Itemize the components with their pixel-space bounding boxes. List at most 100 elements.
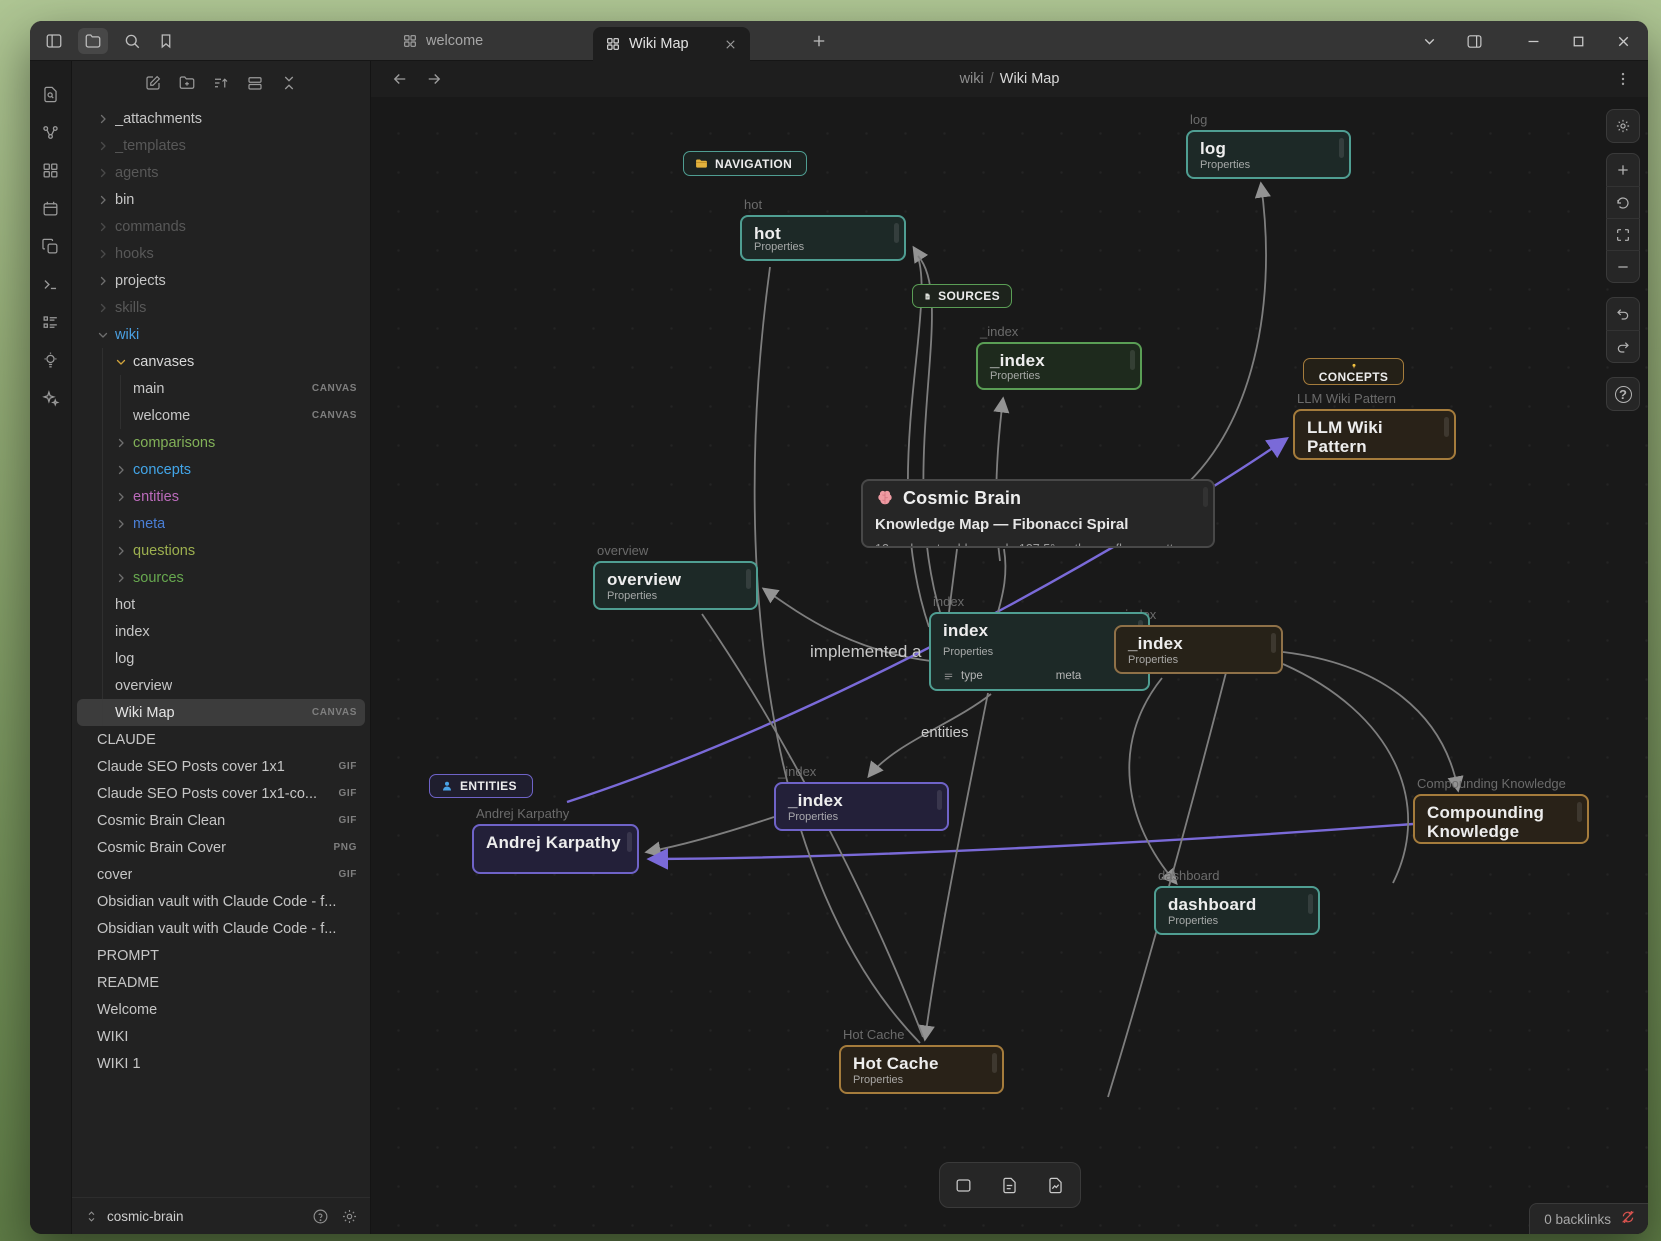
list-icon[interactable] <box>40 311 62 333</box>
canvas-node-llm-wiki-pattern[interactable]: LLM Wiki Pattern <box>1293 409 1456 460</box>
tree-item-claude-seo-posts-cover-1x1[interactable]: Claude SEO Posts cover 1x1GIF <box>77 753 365 780</box>
chevron-expanded-icon[interactable] <box>97 329 109 341</box>
collapse-all-icon[interactable] <box>280 74 299 93</box>
sparkles-icon[interactable] <box>40 387 62 409</box>
node-properties-label[interactable]: Properties <box>990 370 1040 382</box>
tree-item-skills[interactable]: skills <box>77 294 365 321</box>
tab-wiki-map[interactable]: Wiki Map <box>593 27 750 61</box>
breadcrumb-file[interactable]: Wiki Map <box>1000 71 1060 87</box>
sort-icon[interactable] <box>212 74 231 93</box>
tree-item-commands[interactable]: commands <box>77 213 365 240</box>
edge[interactable] <box>647 817 774 852</box>
node-properties-label[interactable]: Properties <box>788 811 838 823</box>
tree-item-concepts[interactable]: concepts <box>77 456 365 483</box>
tree-item-readme[interactable]: README <box>77 969 365 996</box>
node-properties-label[interactable]: Properties <box>853 1074 903 1086</box>
copy-icon[interactable] <box>40 235 62 257</box>
canvas-node-hot[interactable]: hotProperties <box>740 215 906 261</box>
chevron-collapsed-icon[interactable] <box>115 572 127 584</box>
chevron-down-icon[interactable] <box>1420 32 1438 50</box>
calendar-icon[interactable] <box>40 197 62 219</box>
chevron-collapsed-icon[interactable] <box>115 545 127 557</box>
redo-icon[interactable] <box>1606 330 1640 362</box>
canvas-node-index-sources[interactable]: _indexProperties <box>976 342 1142 390</box>
node-properties-label[interactable]: Properties <box>943 646 993 658</box>
chevron-collapsed-icon[interactable] <box>97 248 109 260</box>
node-property-row[interactable]: typemeta <box>943 670 1136 682</box>
tree-item-bin[interactable]: bin <box>77 186 365 213</box>
close-icon[interactable] <box>1614 32 1632 50</box>
chevron-collapsed-icon[interactable] <box>115 518 127 530</box>
tree-item-hooks[interactable]: hooks <box>77 240 365 267</box>
terminal-icon[interactable] <box>40 273 62 295</box>
node-properties-label[interactable]: Properties <box>1128 654 1178 666</box>
bookmark-icon[interactable] <box>156 31 176 51</box>
tree-item-projects[interactable]: projects <box>77 267 365 294</box>
sync-off-icon[interactable] <box>1620 1209 1636 1230</box>
tree-item-wiki-map[interactable]: Wiki MapCANVAS <box>77 699 365 726</box>
new-note-icon[interactable] <box>144 74 163 93</box>
tree-item-obsidian-vault-with-claude-code-f[interactable]: Obsidian vault with Claude Code - f... <box>77 915 365 942</box>
graph-icon[interactable] <box>40 121 62 143</box>
edge[interactable] <box>1166 184 1266 501</box>
new-folder-icon[interactable] <box>178 74 197 93</box>
canvas-node-andrej-karpathy[interactable]: Andrej Karpathy <box>472 824 639 874</box>
chevron-collapsed-icon[interactable] <box>115 464 127 476</box>
tree-item-index[interactable]: index <box>77 618 365 645</box>
group-badge-entities-group[interactable]: ENTITIES <box>429 774 533 798</box>
fit-view-icon[interactable] <box>1606 218 1640 250</box>
node-properties-label[interactable]: Properties <box>607 590 657 602</box>
panel-right-icon[interactable] <box>1465 32 1483 50</box>
tree-item-obsidian-vault-with-claude-code-f[interactable]: Obsidian vault with Claude Code - f... <box>77 888 365 915</box>
edge[interactable] <box>1283 652 1458 790</box>
edge[interactable] <box>1129 678 1176 883</box>
node-properties-label[interactable]: Properties <box>754 241 804 253</box>
tree-item-comparisons[interactable]: comparisons <box>77 429 365 456</box>
add-media-icon[interactable] <box>1035 1166 1077 1204</box>
tree-item-agents[interactable]: agents <box>77 159 365 186</box>
help-icon[interactable] <box>312 1208 329 1225</box>
tree-item-attachments[interactable]: _attachments <box>77 105 365 132</box>
undo-icon[interactable] <box>1606 298 1640 330</box>
chevron-collapsed-icon[interactable] <box>115 437 127 449</box>
panel-left-icon[interactable] <box>44 31 64 51</box>
tree-item-meta[interactable]: meta <box>77 510 365 537</box>
tree-item-wiki-1[interactable]: WIKI 1 <box>77 1050 365 1077</box>
canvas-node-index-entities[interactable]: _indexProperties <box>774 782 949 831</box>
chevron-collapsed-icon[interactable] <box>97 221 109 233</box>
zoom-out-icon[interactable] <box>1606 250 1640 282</box>
chevron-collapsed-icon[interactable] <box>97 194 109 206</box>
file-search-icon[interactable] <box>40 83 62 105</box>
group-badge-concepts-group[interactable]: CONCEPTS <box>1303 358 1404 385</box>
tree-item-cover[interactable]: coverGIF <box>77 861 365 888</box>
reset-view-icon[interactable] <box>1606 186 1640 218</box>
tree-item-entities[interactable]: entities <box>77 483 365 510</box>
tree-item-prompt[interactable]: PROMPT <box>77 942 365 969</box>
add-card-icon[interactable] <box>943 1166 985 1204</box>
canvas-node-compounding-knowledge[interactable]: Compounding Knowledge <box>1413 794 1589 844</box>
search-icon[interactable] <box>122 31 142 51</box>
maximize-icon[interactable] <box>1569 32 1587 50</box>
canvas-node-log[interactable]: logProperties <box>1186 130 1351 179</box>
tree-item-claude-seo-posts-cover-1x1-co[interactable]: Claude SEO Posts cover 1x1-co...GIF <box>77 780 365 807</box>
canvas-node-index-meta[interactable]: _indexProperties <box>1114 625 1283 674</box>
tree-item-hot[interactable]: hot <box>77 591 365 618</box>
tab-close-icon[interactable] <box>723 37 738 52</box>
tree-item-wiki[interactable]: wiki <box>77 321 365 348</box>
tree-item-wiki[interactable]: WIKI <box>77 1023 365 1050</box>
canvas-node-cosmic-brain[interactable]: Cosmic BrainKnowledge Map — Fibonacci Sp… <box>861 479 1215 548</box>
canvas-icon[interactable] <box>40 159 62 181</box>
minimize-icon[interactable] <box>1524 32 1542 50</box>
tree-item-overview[interactable]: overview <box>77 672 365 699</box>
zoom-in-icon[interactable] <box>1606 154 1640 186</box>
tree-item-welcome[interactable]: Welcome <box>77 996 365 1023</box>
chevron-collapsed-icon[interactable] <box>97 113 109 125</box>
card-view-icon[interactable] <box>246 74 265 93</box>
tree-item-sources[interactable]: sources <box>77 564 365 591</box>
canvas-node-overview[interactable]: overviewProperties <box>593 561 758 610</box>
edge[interactable] <box>1283 664 1408 883</box>
node-properties-label[interactable]: Properties <box>1200 159 1250 171</box>
forward-icon[interactable] <box>425 70 443 88</box>
gear-icon[interactable] <box>1606 110 1640 142</box>
tab-welcome[interactable]: welcome <box>402 21 483 61</box>
